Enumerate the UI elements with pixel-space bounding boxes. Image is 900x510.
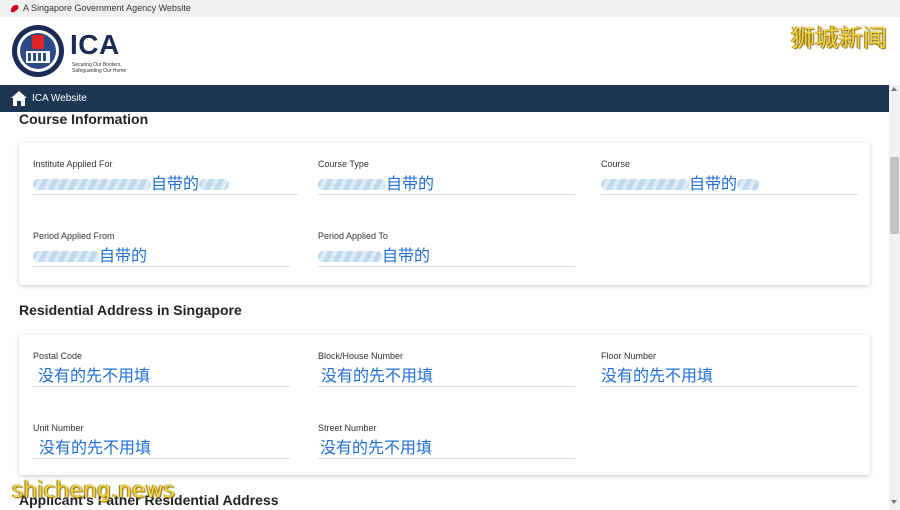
redacted-value — [33, 179, 151, 190]
institute-label: Institute Applied For — [33, 159, 113, 169]
postal-code-label: Postal Code — [33, 351, 83, 361]
page-scrollbar[interactable] — [889, 85, 900, 510]
period-to-annotation: 自带的 — [382, 246, 431, 265]
course-label: Course — [601, 159, 631, 169]
postal-code-annotation: 没有的先不用填 — [38, 366, 151, 385]
ica-crest-icon — [12, 25, 64, 77]
course-input[interactable]: 自带的 — [601, 173, 858, 195]
site-header: ICA Securing Our Borders, Safeguarding O… — [0, 17, 900, 85]
course-type-input[interactable]: 自带的 — [318, 173, 575, 195]
redacted-value — [318, 179, 386, 190]
postal-code-input[interactable]: 没有的先不用填 — [33, 365, 290, 387]
period-from-label: Period Applied From — [33, 231, 115, 241]
period-from-input[interactable]: 自带的 — [33, 245, 290, 267]
scroll-down-arrow[interactable] — [891, 500, 897, 504]
block-number-annotation: 没有的先不用填 — [321, 366, 434, 385]
redacted-value — [199, 179, 230, 190]
course-section-title: Course Information — [19, 111, 149, 127]
street-number-annotation: 没有的先不用填 — [320, 438, 433, 457]
floor-number-input[interactable]: 没有的先不用填 — [601, 365, 858, 387]
period-from-annotation: 自带的 — [99, 246, 148, 265]
period-to-label: Period Applied To — [318, 231, 388, 241]
gov-banner: A Singapore Government Agency Website — [0, 0, 900, 17]
course-annotation: 自带的 — [689, 174, 738, 193]
address-card: Postal Code 没有的先不用填 Block/House Number 没… — [19, 335, 870, 475]
period-to-input[interactable]: 自带的 — [318, 245, 575, 267]
unit-number-annotation: 没有的先不用填 — [39, 438, 152, 457]
unit-number-input[interactable]: 没有的先不用填 — [33, 437, 290, 459]
lion-icon — [10, 4, 19, 13]
redacted-value — [318, 251, 382, 262]
floor-number-annotation: 没有的先不用填 — [601, 366, 714, 385]
ica-tagline: Securing Our Borders, Safeguarding Our H… — [72, 62, 127, 74]
top-navbar: ICA Website — [0, 85, 889, 112]
course-type-label: Course Type — [318, 159, 369, 169]
redacted-value — [33, 251, 99, 262]
floor-number-label: Floor Number — [601, 351, 657, 361]
block-number-label: Block/House Number — [318, 351, 404, 361]
redacted-value — [737, 179, 760, 190]
scroll-up-arrow[interactable] — [891, 87, 897, 91]
course-card: Institute Applied For 自带的 Course Type 自带… — [19, 143, 870, 285]
home-icon[interactable] — [10, 90, 28, 107]
institute-input[interactable]: 自带的 — [33, 173, 298, 195]
course-type-annotation: 自带的 — [386, 174, 435, 193]
street-number-label: Street Number — [318, 423, 377, 433]
scrollbar-thumb[interactable] — [890, 157, 899, 234]
unit-number-label: Unit Number — [33, 423, 84, 433]
institute-annotation: 自带的 — [151, 174, 200, 193]
gov-banner-text: A Singapore Government Agency Website — [23, 3, 191, 13]
ica-logo-text[interactable]: ICA — [70, 29, 120, 61]
street-number-input[interactable]: 没有的先不用填 — [318, 437, 575, 459]
block-number-input[interactable]: 没有的先不用填 — [318, 365, 575, 387]
ica-website-link[interactable]: ICA Website — [32, 93, 87, 104]
watermark-bottom: shicheng.news — [12, 478, 175, 503]
watermark-top: 狮城新闻 — [791, 24, 887, 52]
address-section-title: Residential Address in Singapore — [19, 302, 242, 318]
redacted-value — [601, 179, 689, 190]
